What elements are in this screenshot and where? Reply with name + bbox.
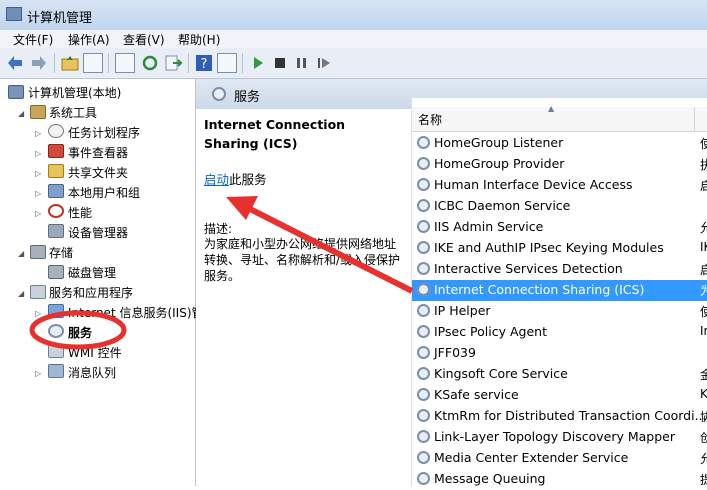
annotation-arrow-line [246,205,414,294]
annotation-overlay [29,196,414,350]
annotation-circle [29,310,127,350]
